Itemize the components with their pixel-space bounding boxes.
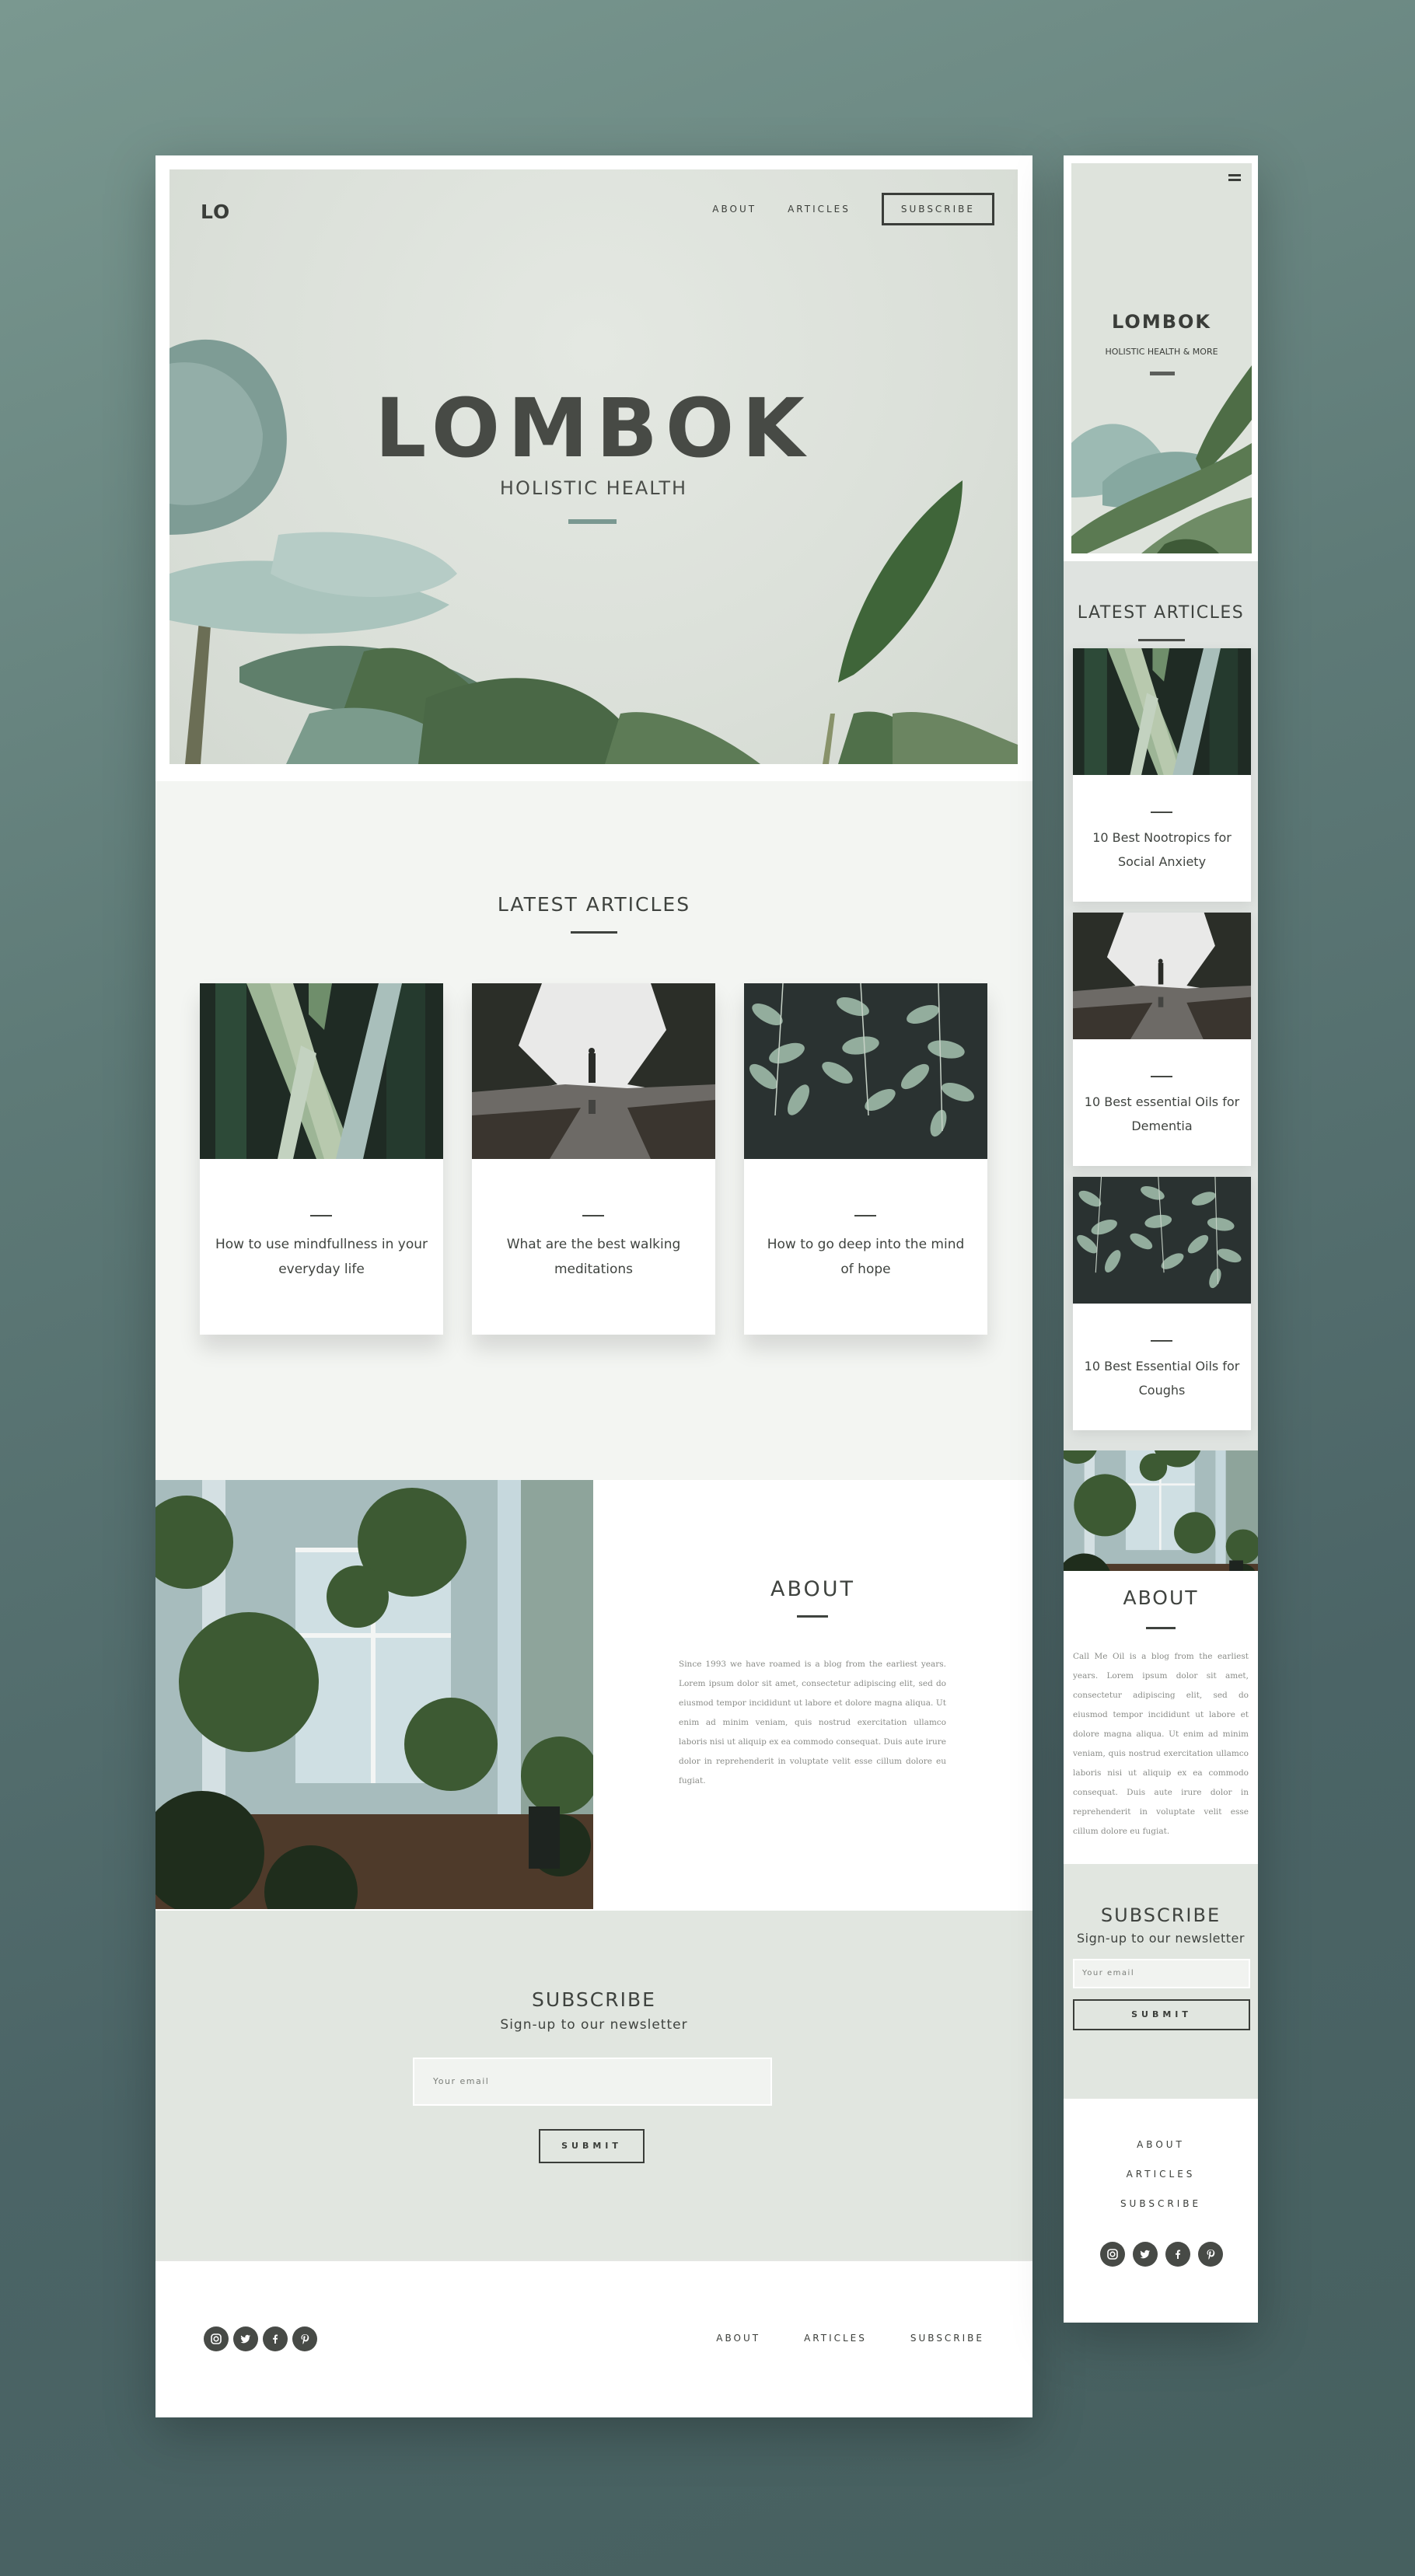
card-divider — [1151, 1340, 1172, 1342]
mobile-latest-heading: LATEST ARTICLES — [1077, 603, 1245, 623]
top-nav: ABOUT ARTICLES SUBSCRIBE — [712, 193, 994, 225]
footer-nav: ABOUT ARTICLES SUBSCRIBE — [716, 2333, 984, 2344]
facebook-icon[interactable] — [1165, 2242, 1190, 2267]
article-image-leaves — [1073, 648, 1251, 775]
heading-divider — [571, 931, 617, 934]
subscribe-subheading: Sign-up to our newsletter — [500, 2017, 688, 2033]
about-greenhouse-image — [155, 1480, 593, 1909]
mobile-hero-accent-bar — [1150, 372, 1175, 375]
mobile-footer-link-subscribe[interactable]: SUBSCRIBE — [1064, 2198, 1258, 2209]
article-title: 10 Best Nootropics for Social Anxiety — [1092, 830, 1232, 869]
pinterest-icon[interactable] — [1198, 2242, 1223, 2267]
latest-articles-heading: LATEST ARTICLES — [497, 893, 691, 916]
article-image-lake — [1073, 913, 1251, 1039]
mobile-hero-subtitle: HOLISTIC HEALTH & MORE — [1105, 347, 1218, 357]
footer: ABOUT ARTICLES SUBSCRIBE — [155, 2260, 1032, 2417]
hero-title: LOMBOK — [375, 381, 812, 476]
article-card[interactable]: What are the best walking meditations — [472, 983, 715, 1335]
mobile-footer: ABOUT ARTICLES SUBSCRIBE — [1064, 2099, 1258, 2323]
subscribe-section: SUBSCRIBE Sign-up to our newsletter Your… — [155, 1911, 1032, 2260]
mobile-subscribe-section: SUBSCRIBE Sign-up to our newsletter Your… — [1064, 1864, 1258, 2099]
about-divider — [797, 1615, 828, 1618]
mobile-about-section: ABOUT Call Me Oil is a blog from the ear… — [1064, 1571, 1258, 1866]
mobile-social-links — [1100, 2242, 1223, 2267]
about-divider — [1146, 1627, 1176, 1629]
mobile-hero-title: LOMBOK — [1111, 311, 1211, 333]
about-body: Since 1993 we have roamed is a blog from… — [679, 1660, 946, 1785]
subscribe-heading: SUBSCRIBE — [532, 1988, 656, 2011]
card-divider — [854, 1215, 876, 1216]
footer-link-subscribe[interactable]: SUBSCRIBE — [910, 2333, 984, 2344]
desktop-mockup: LO ABOUT ARTICLES SUBSCRIBE LOMBOK HOLIS… — [155, 155, 1032, 2417]
card-divider — [582, 1215, 604, 1216]
hero-section: LO ABOUT ARTICLES SUBSCRIBE LOMBOK HOLIS… — [169, 169, 1018, 764]
mobile-mockup: LOMBOK HOLISTIC HEALTH & MORE LATEST ART… — [1064, 155, 1258, 2323]
mobile-article-card[interactable]: 10 Best Nootropics for Social Anxiety — [1073, 648, 1251, 902]
pinterest-icon[interactable] — [292, 2326, 317, 2351]
instagram-icon[interactable] — [1100, 2242, 1125, 2267]
about-section: ABOUT Since 1993 we have roamed is a blo… — [155, 1480, 1032, 1912]
article-card[interactable]: How to use mindfullness in your everyday… — [200, 983, 443, 1335]
mobile-subscribe-subheading: Sign-up to our newsletter — [1077, 1931, 1245, 1946]
nav-about[interactable]: ABOUT — [712, 204, 756, 215]
mobile-about-greenhouse-image — [1064, 1450, 1258, 1571]
submit-button[interactable]: SUBMIT — [539, 2129, 645, 2163]
mobile-about-body: Call Me Oil is a blog from the earliest … — [1073, 1652, 1249, 1836]
mobile-article-card[interactable]: 10 Best essential Oils for Dementia — [1073, 913, 1251, 1166]
nav-articles[interactable]: ARTICLES — [788, 204, 851, 215]
article-title: How to go deep into the mind of hope — [767, 1237, 965, 1277]
mobile-latest-articles-section: LATEST ARTICLES 10 Best Nootropics for S… — [1064, 561, 1258, 1454]
email-input[interactable]: Your email — [413, 2058, 772, 2106]
mobile-subscribe-heading: SUBSCRIBE — [1100, 1904, 1221, 1926]
site-logo[interactable]: LO — [201, 201, 230, 223]
mobile-hero-plant-image — [1071, 365, 1252, 553]
social-links — [204, 2326, 317, 2351]
article-image-hanging-leaves — [1073, 1177, 1251, 1304]
facebook-icon[interactable] — [263, 2326, 288, 2351]
mobile-submit-button[interactable]: SUBMIT — [1073, 1999, 1250, 2030]
hero-subtitle: HOLISTIC HEALTH — [499, 477, 688, 499]
twitter-icon[interactable] — [233, 2326, 258, 2351]
hamburger-icon[interactable] — [1228, 174, 1241, 182]
footer-link-about[interactable]: ABOUT — [716, 2333, 760, 2344]
card-divider — [1151, 1076, 1172, 1077]
article-image-leaves — [200, 983, 443, 1159]
card-divider — [1151, 812, 1172, 813]
article-image-lake — [472, 983, 715, 1159]
mobile-email-input[interactable]: Your email — [1073, 1959, 1250, 1988]
footer-link-articles[interactable]: ARTICLES — [804, 2333, 867, 2344]
article-title: What are the best walking meditations — [506, 1237, 681, 1277]
mobile-hero-section: LOMBOK HOLISTIC HEALTH & MORE — [1071, 163, 1252, 553]
article-card[interactable]: How to go deep into the mind of hope — [744, 983, 987, 1335]
subscribe-nav-button[interactable]: SUBSCRIBE — [881, 193, 994, 225]
about-heading: ABOUT — [770, 1577, 856, 1601]
instagram-icon[interactable] — [204, 2326, 229, 2351]
mobile-footer-link-about[interactable]: ABOUT — [1064, 2139, 1258, 2150]
card-divider — [310, 1215, 332, 1216]
article-title: 10 Best essential Oils for Dementia — [1084, 1094, 1240, 1133]
hero-accent-bar — [568, 519, 617, 524]
mobile-article-card[interactable]: 10 Best Essential Oils for Coughs — [1073, 1177, 1251, 1430]
mobile-footer-link-articles[interactable]: ARTICLES — [1064, 2169, 1258, 2180]
mobile-about-heading: ABOUT — [1123, 1586, 1199, 1609]
twitter-icon[interactable] — [1133, 2242, 1158, 2267]
article-title: How to use mindfullness in your everyday… — [215, 1237, 428, 1277]
latest-articles-section: LATEST ARTICLES How to use mindfullness … — [155, 781, 1032, 1481]
article-title: 10 Best Essential Oils for Coughs — [1084, 1359, 1240, 1398]
heading-divider — [1138, 639, 1185, 641]
article-image-hanging-leaves — [744, 983, 987, 1159]
